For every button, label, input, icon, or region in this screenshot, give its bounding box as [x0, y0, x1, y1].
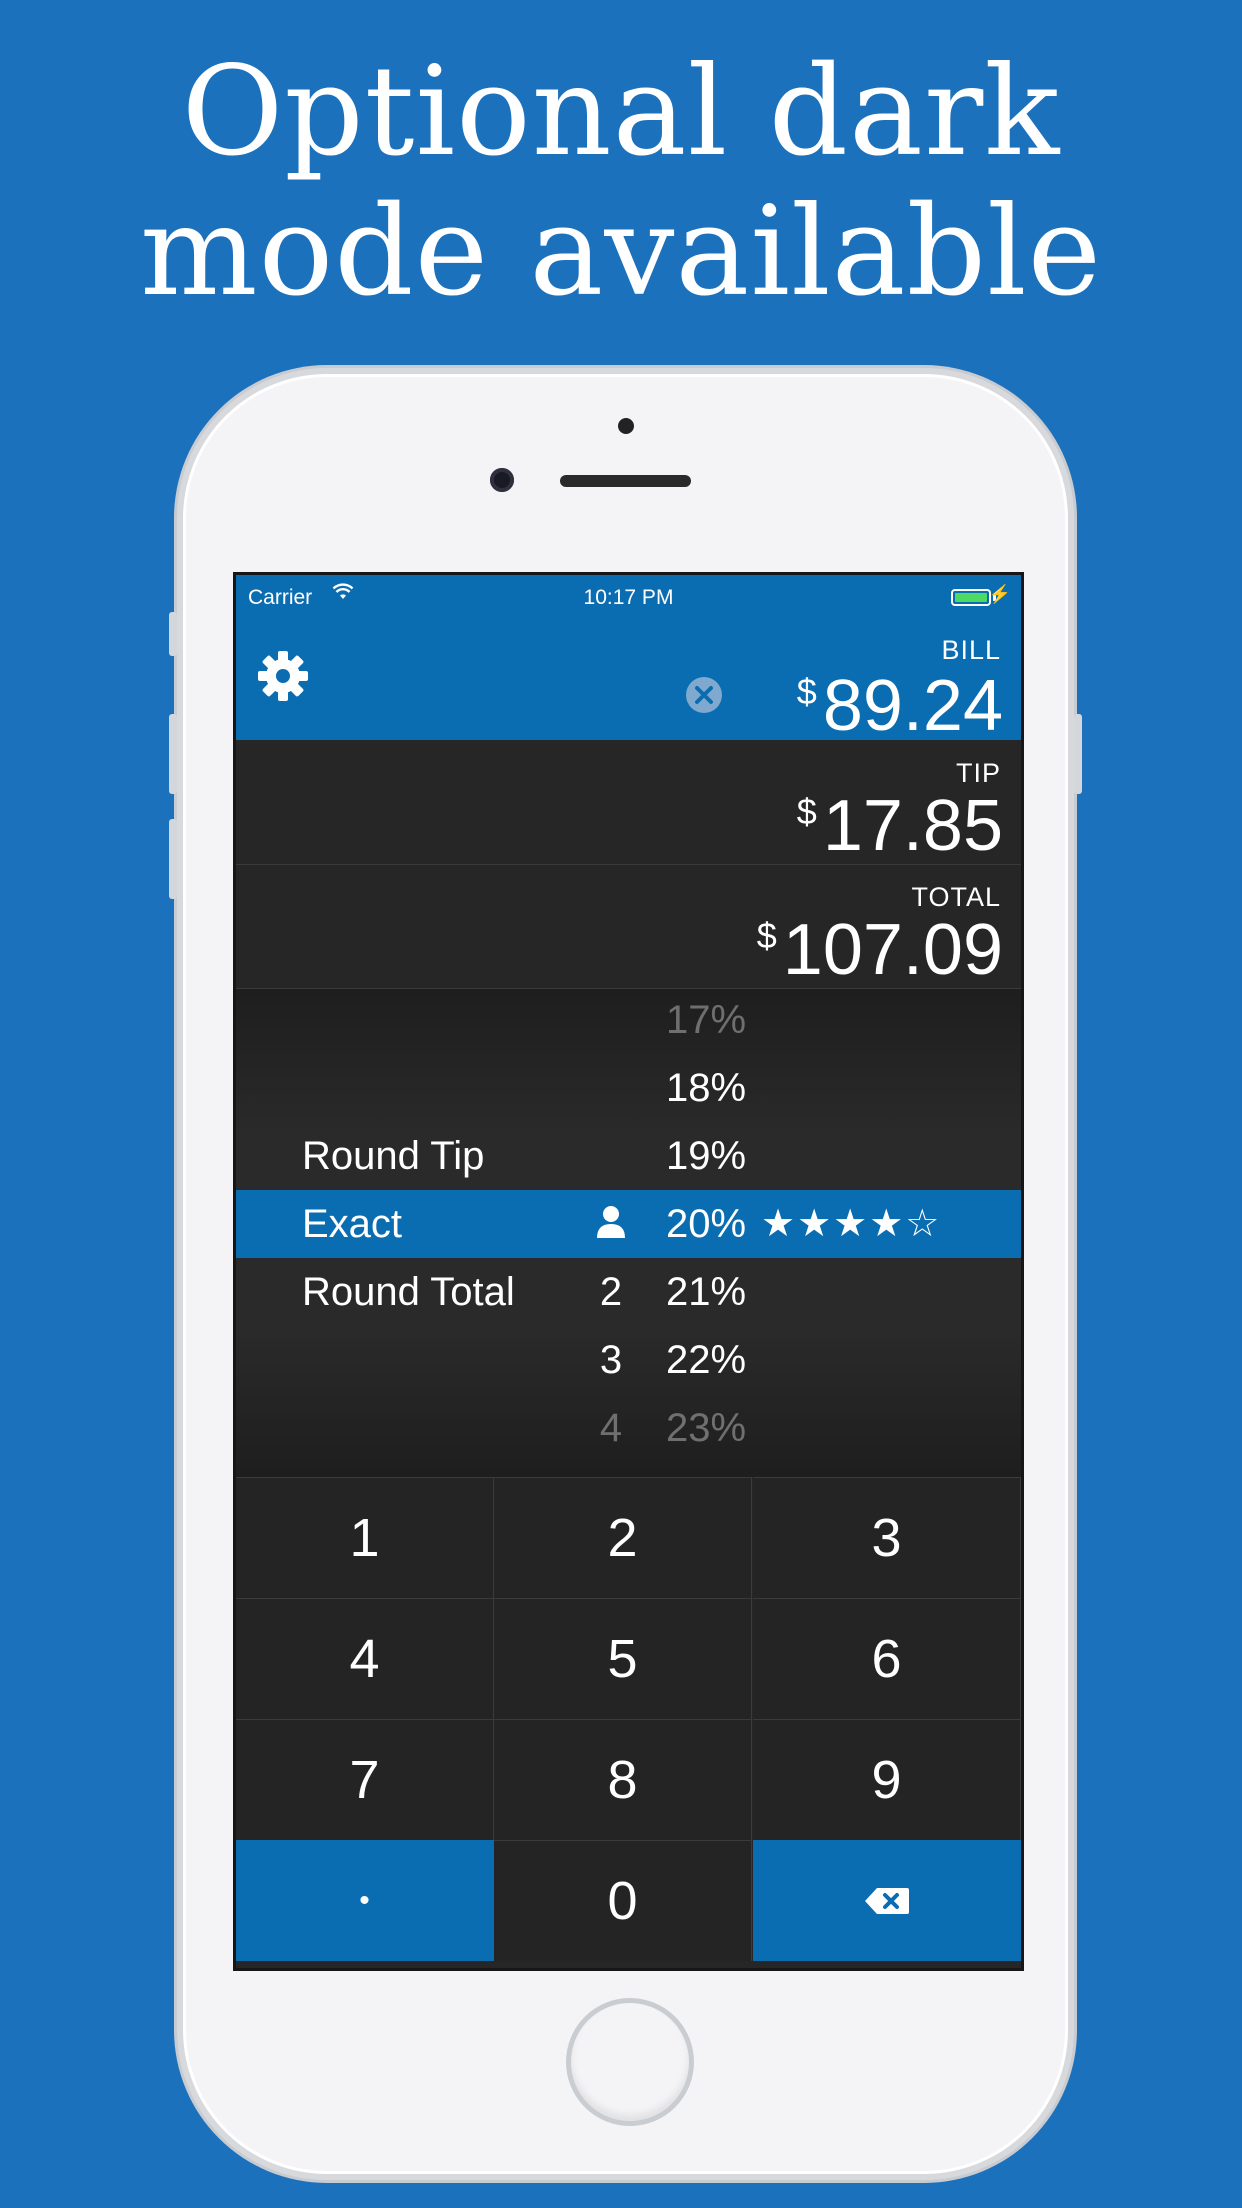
key-4[interactable]: 4	[236, 1598, 494, 1719]
round-option[interactable]: Exact	[302, 1190, 402, 1258]
key-7[interactable]: 7	[236, 1719, 494, 1840]
headline-line-2: mode available	[140, 180, 1102, 324]
mute-switch	[169, 612, 177, 656]
decimal-key[interactable]: •	[236, 1840, 494, 1961]
percent-option[interactable]: 18%	[666, 1054, 746, 1122]
picker-row[interactable]: 4 23%	[236, 1394, 1021, 1462]
bill-value: 89.24	[822, 666, 1003, 746]
key-0[interactable]: 0	[494, 1840, 752, 1961]
currency-symbol: $	[756, 915, 777, 956]
picker-row[interactable]: 3 22%	[236, 1326, 1021, 1394]
tip-amount: $17.85	[797, 790, 1003, 862]
volume-down-button	[169, 819, 177, 899]
percent-option[interactable]: 19%	[666, 1122, 746, 1190]
headline: Optional dark mode available	[0, 42, 1242, 322]
home-button[interactable]	[566, 1998, 694, 2126]
percent-option[interactable]: 23%	[666, 1394, 746, 1462]
status-time: 10:17 PM	[583, 586, 674, 609]
picker-row[interactable]: 18%	[236, 1054, 1021, 1122]
key-2[interactable]: 2	[494, 1477, 752, 1598]
currency-symbol: $	[796, 791, 817, 832]
key-6[interactable]: 6	[753, 1598, 1021, 1719]
app-screen: Carrier 10:17 PM ⚡ BILL $89.24 TIP $17.8…	[233, 572, 1024, 1971]
bill-amount[interactable]: $89.24	[797, 670, 1003, 742]
percent-option[interactable]: 21%	[666, 1258, 746, 1326]
split-option[interactable]: 2	[586, 1258, 636, 1326]
percent-option[interactable]: 22%	[666, 1326, 746, 1394]
close-circle-icon[interactable]	[685, 676, 723, 714]
split-option[interactable]: 4	[586, 1394, 636, 1462]
status-bar: Carrier 10:17 PM ⚡	[236, 575, 1021, 615]
earpiece-speaker	[560, 475, 691, 487]
picker-row[interactable]: Round Tip 19%	[236, 1122, 1021, 1190]
backspace-icon	[864, 1888, 909, 1914]
percent-option[interactable]: 17%	[666, 986, 746, 1054]
key-5[interactable]: 5	[494, 1598, 752, 1719]
round-option[interactable]: Round Tip	[302, 1122, 484, 1190]
phone-frame: Carrier 10:17 PM ⚡ BILL $89.24 TIP $17.8…	[169, 368, 1082, 2180]
bill-label: BILL	[941, 635, 1001, 665]
person-icon[interactable]	[586, 1204, 636, 1242]
picker-row-selected[interactable]: Exact 20% ★★★★☆	[236, 1190, 1021, 1258]
key-9[interactable]: 9	[753, 1719, 1021, 1840]
percent-option[interactable]: 20%	[666, 1190, 746, 1258]
round-option[interactable]: Round Total	[302, 1258, 515, 1326]
headline-line-1: Optional dark	[181, 40, 1061, 184]
key-1[interactable]: 1	[236, 1477, 494, 1598]
total-label: TOTAL	[911, 882, 1001, 912]
total-amount: $107.09	[757, 914, 1003, 986]
total-row: TOTAL $107.09	[236, 864, 1021, 989]
battery-icon	[951, 589, 991, 606]
tip-label: TIP	[955, 758, 1001, 788]
gear-icon[interactable]	[254, 647, 312, 705]
picker-row[interactable]: Round Total 2 21%	[236, 1258, 1021, 1326]
charging-icon: ⚡	[988, 584, 1011, 604]
power-button	[1074, 714, 1082, 794]
tip-picker[interactable]: 17% 18% Round Tip 19% Exact 20% ★★★★☆ Ro…	[236, 989, 1021, 1477]
proximity-sensor	[618, 418, 634, 434]
star-rating: ★★★★☆	[761, 1203, 942, 1245]
key-8[interactable]: 8	[494, 1719, 752, 1840]
keypad: 1 2 3 4 5 6 7 8 9 • 0	[236, 1477, 1021, 1968]
backspace-key[interactable]	[753, 1840, 1021, 1961]
split-option[interactable]: 3	[586, 1326, 636, 1394]
currency-symbol: $	[796, 671, 817, 712]
key-3[interactable]: 3	[753, 1477, 1021, 1598]
tip-value: 17.85	[822, 786, 1003, 866]
picker-row[interactable]: 17%	[236, 986, 1021, 1054]
volume-up-button	[169, 714, 177, 794]
front-camera-icon	[490, 468, 514, 492]
tip-row: TIP $17.85	[236, 740, 1021, 865]
total-value: 107.09	[782, 910, 1003, 990]
bill-header: Carrier 10:17 PM ⚡ BILL $89.24	[236, 575, 1021, 742]
